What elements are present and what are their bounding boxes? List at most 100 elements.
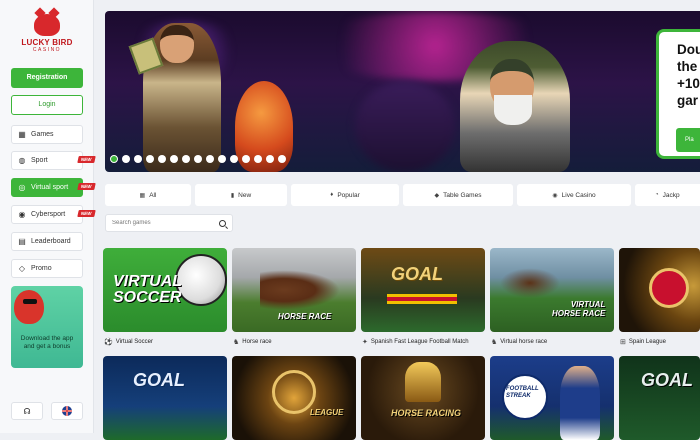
slider-dot[interactable]: [230, 155, 238, 163]
new-icon: ▮: [230, 192, 235, 199]
slider-dot[interactable]: [218, 155, 226, 163]
game-art-title: HORSE RACE: [278, 312, 332, 321]
gamepad-icon: ◉: [18, 209, 26, 219]
game-card[interactable]: LEAGUE: [232, 356, 356, 440]
tab-label: Popular: [337, 191, 360, 199]
promo-banner[interactable]: Dou the +10 gar Pla: [105, 11, 700, 172]
tab-jackpot[interactable]: ◔ Jackp: [635, 184, 700, 206]
nav-label: Sport: [31, 157, 48, 164]
tab-live-casino[interactable]: ◉ Live Casino: [517, 184, 631, 206]
game-name[interactable]: Spain League: [629, 339, 666, 345]
game-art-title: GOAL: [391, 264, 443, 284]
search-input[interactable]: [112, 220, 219, 226]
game-art-title: VIRTUAL HORSE RACE: [552, 300, 606, 318]
horse-icon: ♞: [491, 339, 498, 346]
game-caption: ♞ Virtual horse race: [491, 337, 547, 347]
sidebar: LUCKY BIRD CASINO Registration Login ▦ G…: [0, 0, 95, 433]
game-art: [619, 356, 700, 440]
game-art: [361, 248, 485, 332]
ball-icon: ◍: [18, 155, 26, 165]
uk-flag-icon: [62, 406, 72, 416]
nav-item-promo[interactable]: ◇ Promo: [11, 259, 83, 278]
game-card[interactable]: FOOTBALL STREAK: [490, 356, 614, 440]
game-art-title: FOOTBALL STREAK: [506, 386, 539, 399]
nav-label: Games: [31, 131, 54, 138]
new-badge: NEW: [76, 156, 95, 163]
game-name[interactable]: Virtual horse race: [500, 339, 547, 345]
gnome-beard: [494, 95, 532, 125]
league-emblem-icon: [649, 268, 689, 308]
slider-dot[interactable]: [110, 155, 118, 163]
tab-popular[interactable]: ♦ Popular: [291, 184, 399, 206]
lucky-bird-logo[interactable]: LUCKY BIRD CASINO: [20, 14, 74, 64]
tab-table-games[interactable]: ◆ Table Games: [403, 184, 513, 206]
game-art-title: HORSE RACING: [391, 408, 462, 418]
support-button[interactable]: ☊: [11, 402, 43, 420]
game-card-virtual-soccer[interactable]: VIRTUAL SOCCER: [103, 248, 227, 332]
search-box[interactable]: [105, 214, 233, 232]
game-card[interactable]: GOAL: [103, 356, 227, 440]
game-card-spanish-fast-league[interactable]: GOAL: [361, 248, 485, 332]
nav-item-virtual-sport[interactable]: ◎ Virtual sport NEW: [11, 178, 95, 197]
slider-dot[interactable]: [134, 155, 142, 163]
provider-icon: ✦: [362, 339, 368, 346]
globe-icon: ◎: [18, 182, 26, 192]
game-card[interactable]: GOAL: [619, 356, 700, 440]
nav-label: Cybersport: [31, 211, 66, 218]
game-art-title: LEAGUE: [310, 408, 344, 417]
slider-dot[interactable]: [122, 155, 130, 163]
gift-icon: ◇: [18, 263, 26, 273]
nav-label: Virtual sport: [31, 184, 69, 191]
game-card-spain-league[interactable]: [619, 248, 700, 332]
game-name[interactable]: Horse race: [242, 339, 271, 345]
horse-icon: ♞: [233, 339, 240, 346]
slider-dot[interactable]: [182, 155, 190, 163]
slider-dot[interactable]: [170, 155, 178, 163]
game-art-title: GOAL: [133, 370, 185, 390]
slider-dot[interactable]: [254, 155, 262, 163]
game-name[interactable]: Virtual Soccer: [116, 339, 153, 345]
horses-graphic: [260, 270, 340, 310]
cards-icon: ▦: [18, 129, 26, 139]
nav-item-games[interactable]: ▦ Games: [11, 125, 83, 144]
flame-icon: ♦: [330, 192, 334, 198]
player-graphic: [560, 366, 600, 440]
slider-dot[interactable]: [266, 155, 274, 163]
slider-dot[interactable]: [194, 155, 202, 163]
game-card-virtual-horse-race[interactable]: VIRTUAL HORSE RACE: [490, 248, 614, 332]
soccer-icon: ⚽: [104, 339, 113, 346]
bird-mascot-icon: [14, 290, 44, 324]
tab-new[interactable]: ▮ New: [195, 184, 287, 206]
diamond-icon: ◆: [434, 192, 440, 199]
slider-dot[interactable]: [242, 155, 250, 163]
game-card[interactable]: HORSE RACING: [361, 356, 485, 440]
banner-offer-card: Dou the +10 gar Pla: [656, 29, 700, 159]
registration-button[interactable]: Registration: [11, 68, 83, 88]
slider-dot[interactable]: [206, 155, 214, 163]
game-name[interactable]: Spanish Fast League Football Match: [371, 339, 469, 345]
login-button[interactable]: Login: [11, 95, 83, 115]
nav-item-cybersport[interactable]: ◉ Cybersport NEW: [11, 205, 95, 224]
banner-play-button[interactable]: Pla: [676, 128, 700, 152]
nav-item-leaderboard[interactable]: ▤ Leaderboard: [11, 232, 83, 251]
slider-dot[interactable]: [278, 155, 286, 163]
language-button[interactable]: [51, 402, 83, 420]
tab-all[interactable]: ▦ All: [105, 184, 191, 206]
tab-label: Live Casino: [561, 191, 596, 199]
app-promo-card[interactable]: Download the app and get a bonus: [11, 286, 83, 368]
logo-name: LUCKY BIRD: [21, 38, 73, 47]
game-caption: ⚽ Virtual Soccer: [104, 337, 153, 347]
nav-item-sport[interactable]: ◍ Sport NEW: [11, 151, 95, 170]
category-tabs: ▦ All ▮ New ♦ Popular ◆ Table Games ◉ Live Ca…: [105, 184, 700, 206]
game-caption: ♞ Horse race: [233, 337, 272, 347]
spain-flag-icon: [387, 294, 457, 304]
game-caption: ⊞ Spain League: [620, 337, 666, 347]
game-card-horse-race[interactable]: HORSE RACE: [232, 248, 356, 332]
slider-dot[interactable]: [158, 155, 166, 163]
slider-dots: [110, 155, 286, 163]
search-icon[interactable]: [219, 219, 226, 227]
banner-title: Dou the +10 gar: [677, 42, 700, 108]
live-icon: ◉: [552, 192, 558, 199]
slider-dot[interactable]: [146, 155, 154, 163]
game-art-title: VIRTUAL SOCCER: [113, 273, 183, 306]
